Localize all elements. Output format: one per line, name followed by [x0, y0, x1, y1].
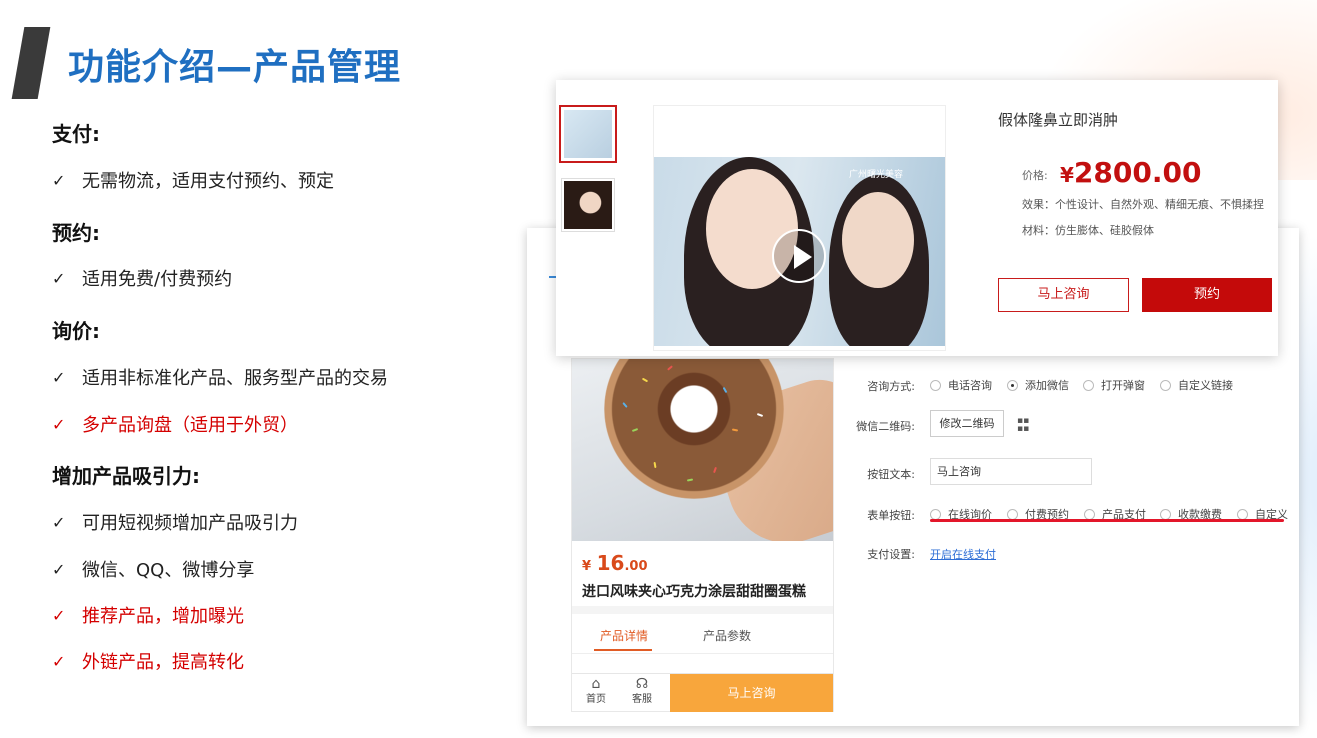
tab-product-params[interactable]: 产品参数 [703, 627, 751, 644]
modify-qr-button[interactable]: 修改二维码 [930, 410, 1004, 437]
feature-item: ✓ 适用免费/付费预约 [52, 265, 232, 291]
highlight-underline [930, 519, 1284, 522]
feature-item-text: 适用免费/付费预约 [82, 269, 233, 290]
section-heading-booking: 预约: [52, 221, 100, 245]
check-icon: ✓ [52, 414, 66, 434]
mobile-tabs: 产品详情 产品参数 [572, 615, 833, 653]
radio-open-popup[interactable]: 打开弹窗 [1083, 377, 1145, 393]
radio-dot [1083, 379, 1094, 391]
thumbnail-selected[interactable] [559, 105, 617, 163]
feature-item-text: 无需物流，适用支付预约、预定 [82, 171, 334, 192]
radio-dot [1160, 379, 1171, 391]
feature-item: ✓ 微信、QQ、微博分享 [52, 556, 254, 582]
radio-dot [930, 379, 941, 391]
thumbnail-image [564, 110, 612, 158]
active-tab-indicator [594, 649, 652, 651]
price-integer: 16 [596, 551, 625, 575]
button-text-input[interactable]: 马上咨询 [930, 458, 1092, 485]
radio-label: 打开弹窗 [1101, 379, 1145, 392]
feature-item-text: 微信、QQ、微博分享 [82, 560, 255, 581]
feature-item: ✓ 可用短视频增加产品吸引力 [52, 509, 298, 535]
headset-icon: ☊ [635, 676, 649, 692]
thumbnail-image [564, 181, 612, 229]
section-heading-payment: 支付: [52, 122, 100, 146]
radio-label: 自定义链接 [1178, 379, 1233, 392]
section-separator [572, 606, 833, 614]
radio-custom-link[interactable]: 自定义链接 [1160, 377, 1233, 393]
mobile-consult-button[interactable]: 马上咨询 [670, 674, 833, 712]
feature-item-highlight: ✓ 外链产品，提高转化 [52, 648, 244, 674]
radio-dot [1237, 508, 1248, 520]
customer-service-button[interactable]: ☊ 客服 [620, 674, 664, 712]
radio-dot [1007, 508, 1018, 520]
mobile-product-preview: ¥ 16.00 进口风味夹心巧克力涂层甜甜圈蛋糕 产品详情 产品参数 ⌂ 首页 … [571, 358, 834, 712]
radio-label: 电话咨询 [948, 379, 992, 392]
radio-add-wechat[interactable]: 添加微信 [1007, 377, 1069, 393]
payment-settings-label: 支付设置: [867, 548, 915, 561]
enable-online-payment-link[interactable]: 开启在线支付 [930, 546, 996, 562]
home-button[interactable]: ⌂ 首页 [574, 674, 618, 712]
check-icon: ✓ [52, 170, 66, 190]
check-icon: ✓ [52, 651, 66, 671]
form-button-label: 表单按钮: [867, 509, 915, 522]
video-watermark: 广州曙光美容 [849, 170, 904, 180]
radio-dot [1160, 508, 1171, 520]
book-button[interactable]: 预约 [1142, 278, 1272, 312]
radio-dot [930, 508, 941, 520]
radio-phone-consult[interactable]: 电话咨询 [930, 377, 992, 393]
product-video[interactable]: 广州曙光美容 [654, 157, 945, 346]
consult-method-label: 咨询方式: [867, 380, 915, 393]
check-icon: ✓ [52, 512, 66, 532]
radio-dot-checked [1007, 379, 1018, 391]
feature-item-text: 可用短视频增加产品吸引力 [82, 513, 298, 534]
feature-item-highlight: ✓ 多产品询盘（适用于外贸） [52, 411, 298, 437]
price-decimal: .00 [624, 559, 648, 574]
section-heading-attraction: 增加产品吸引力: [52, 464, 200, 488]
check-icon: ✓ [52, 559, 66, 579]
home-label: 首页 [586, 694, 606, 705]
qr-code-icon: ▪▪ ▪▪ [1017, 416, 1030, 434]
product-name: 假体隆鼻立即消肿 [998, 111, 1119, 129]
feature-item: ✓ 适用非标准化产品、服务型产品的交易 [52, 364, 388, 390]
product-effect: 效果：个性设计、自然外观、精细无痕、不惧揉捏 [1022, 198, 1264, 211]
price-label: 价格: [1022, 169, 1048, 182]
radio-label: 添加微信 [1025, 379, 1069, 392]
thumbnail[interactable] [561, 178, 615, 232]
home-icon: ⌂ [591, 676, 601, 692]
feature-item-highlight: ✓ 推荐产品，增加曝光 [52, 602, 244, 628]
mobile-price: ¥ 16.00 [582, 551, 648, 575]
feature-item-text: 外链产品，提高转化 [82, 652, 244, 673]
currency-symbol: ¥ [582, 559, 592, 574]
page-title: 功能介绍—产品管理 [68, 47, 402, 88]
mobile-product-name: 进口风味夹心巧克力涂层甜甜圈蛋糕 [582, 584, 806, 600]
product-photo [572, 359, 833, 541]
title-accent-bar [11, 27, 51, 99]
product-material: 材料：仿生膨体、硅胶假体 [1022, 224, 1154, 237]
radio-dot [1084, 508, 1095, 520]
mobile-bottom-bar: ⌂ 首页 ☊ 客服 马上咨询 [572, 673, 833, 712]
play-icon[interactable] [772, 229, 826, 283]
button-text-label: 按钮文本: [867, 468, 915, 481]
feature-item-text: 推荐产品，增加曝光 [82, 606, 244, 627]
tab-product-detail[interactable]: 产品详情 [600, 627, 648, 644]
feature-item-text: 多产品询盘（适用于外贸） [82, 415, 298, 436]
check-icon: ✓ [52, 268, 66, 288]
consult-now-button[interactable]: 马上咨询 [998, 278, 1129, 312]
price-value: 2800.00 [1073, 156, 1202, 189]
face-shape [842, 192, 914, 288]
feature-item: ✓ 无需物流，适用支付预约、预定 [52, 167, 334, 193]
check-icon: ✓ [52, 367, 66, 387]
wechat-qr-label: 微信二维码: [856, 420, 915, 433]
currency-symbol: ¥ [1060, 163, 1074, 187]
product-price: ¥2800.00 [1060, 156, 1201, 189]
section-heading-inquiry: 询价: [52, 319, 100, 343]
customer-service-label: 客服 [632, 694, 652, 705]
check-icon: ✓ [52, 605, 66, 625]
feature-item-text: 适用非标准化产品、服务型产品的交易 [82, 368, 388, 389]
divider [572, 653, 833, 654]
